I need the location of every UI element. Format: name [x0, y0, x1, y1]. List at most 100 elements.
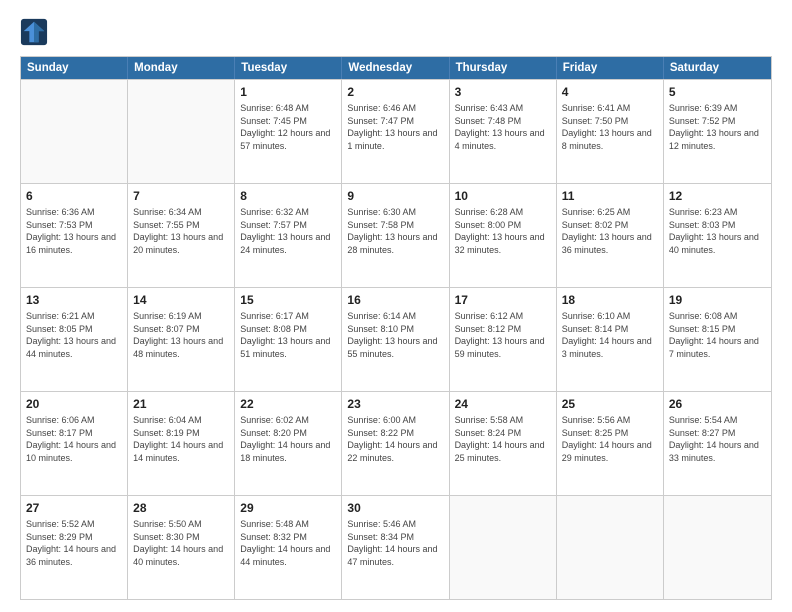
day-number: 13: [26, 292, 122, 308]
logo-icon: [20, 18, 48, 46]
calendar: SundayMondayTuesdayWednesdayThursdayFrid…: [20, 56, 772, 600]
calendar-cell: 2 Sunrise: 6:46 AM Sunset: 7:47 PM Daylig…: [342, 80, 449, 183]
calendar-row: 20Sunrise: 6:06 AM Sunset: 8:17 PM Dayli…: [21, 391, 771, 495]
calendar-header-cell: Saturday: [664, 57, 771, 79]
calendar-header-cell: Sunday: [21, 57, 128, 79]
day-detail: Sunrise: 6:23 AM Sunset: 8:03 PM Dayligh…: [669, 206, 766, 256]
calendar-cell: 13 Sunrise: 6:21 AM Sunset: 8:05 PM Dayli…: [21, 288, 128, 391]
logo: [20, 18, 52, 46]
day-detail: Sunrise: 6:43 AM Sunset: 7:48 PM Dayligh…: [455, 102, 551, 152]
calendar-cell: 25 Sunrise: 5:56 AM Sunset: 8:25 PM Dayli…: [557, 392, 664, 495]
calendar-header-cell: Tuesday: [235, 57, 342, 79]
calendar-cell: 27 Sunrise: 5:52 AM Sunset: 8:29 PM Dayli…: [21, 496, 128, 599]
day-number: 21: [133, 396, 229, 412]
header: [20, 18, 772, 46]
day-detail: Sunrise: 6:46 AM Sunset: 7:47 PM Dayligh…: [347, 102, 443, 152]
day-detail: Sunrise: 6:48 AM Sunset: 7:45 PM Dayligh…: [240, 102, 336, 152]
day-detail: Sunrise: 6:04 AM Sunset: 8:19 PM Dayligh…: [133, 414, 229, 464]
day-number: 4: [562, 84, 658, 100]
day-detail: Sunrise: 6:28 AM Sunset: 8:00 PM Dayligh…: [455, 206, 551, 256]
calendar-cell: 26 Sunrise: 5:54 AM Sunset: 8:27 PM Dayli…: [664, 392, 771, 495]
calendar-cell: 1 Sunrise: 6:48 AM Sunset: 7:45 PM Daylig…: [235, 80, 342, 183]
day-number: 26: [669, 396, 766, 412]
day-detail: Sunrise: 6:10 AM Sunset: 8:14 PM Dayligh…: [562, 310, 658, 360]
day-detail: Sunrise: 5:46 AM Sunset: 8:34 PM Dayligh…: [347, 518, 443, 568]
day-number: 9: [347, 188, 443, 204]
calendar-cell: 17 Sunrise: 6:12 AM Sunset: 8:12 PM Dayli…: [450, 288, 557, 391]
calendar-cell: 18 Sunrise: 6:10 AM Sunset: 8:14 PM Dayli…: [557, 288, 664, 391]
day-detail: Sunrise: 6:02 AM Sunset: 8:20 PM Dayligh…: [240, 414, 336, 464]
calendar-cell: 15Sunrise: 6:17 AM Sunset: 8:08 PM Dayli…: [235, 288, 342, 391]
calendar-cell: 19 Sunrise: 6:08 AM Sunset: 8:15 PM Dayli…: [664, 288, 771, 391]
day-detail: Sunrise: 6:08 AM Sunset: 8:15 PM Dayligh…: [669, 310, 766, 360]
day-number: 27: [26, 500, 122, 516]
calendar-cell: 10Sunrise: 6:28 AM Sunset: 8:00 PM Dayli…: [450, 184, 557, 287]
calendar-cell: 22 Sunrise: 6:02 AM Sunset: 8:20 PM Dayli…: [235, 392, 342, 495]
day-number: 6: [26, 188, 122, 204]
day-detail: Sunrise: 6:30 AM Sunset: 7:58 PM Dayligh…: [347, 206, 443, 256]
day-detail: Sunrise: 5:52 AM Sunset: 8:29 PM Dayligh…: [26, 518, 122, 568]
day-detail: Sunrise: 6:34 AM Sunset: 7:55 PM Dayligh…: [133, 206, 229, 256]
day-number: 25: [562, 396, 658, 412]
calendar-cell: 7 Sunrise: 6:34 AM Sunset: 7:55 PM Daylig…: [128, 184, 235, 287]
day-number: 22: [240, 396, 336, 412]
day-number: 5: [669, 84, 766, 100]
day-detail: Sunrise: 6:00 AM Sunset: 8:22 PM Dayligh…: [347, 414, 443, 464]
calendar-cell: [557, 496, 664, 599]
calendar-header-cell: Thursday: [450, 57, 557, 79]
calendar-cell: 12 Sunrise: 6:23 AM Sunset: 8:03 PM Dayli…: [664, 184, 771, 287]
day-detail: Sunrise: 6:39 AM Sunset: 7:52 PM Dayligh…: [669, 102, 766, 152]
day-number: 2: [347, 84, 443, 100]
calendar-row: 13 Sunrise: 6:21 AM Sunset: 8:05 PM Dayli…: [21, 287, 771, 391]
day-detail: Sunrise: 6:12 AM Sunset: 8:12 PM Dayligh…: [455, 310, 551, 360]
calendar-cell: 9 Sunrise: 6:30 AM Sunset: 7:58 PM Daylig…: [342, 184, 449, 287]
calendar-cell: [128, 80, 235, 183]
day-number: 28: [133, 500, 229, 516]
day-detail: Sunrise: 5:56 AM Sunset: 8:25 PM Dayligh…: [562, 414, 658, 464]
calendar-cell: [664, 496, 771, 599]
calendar-cell: 20Sunrise: 6:06 AM Sunset: 8:17 PM Dayli…: [21, 392, 128, 495]
day-detail: Sunrise: 6:17 AM Sunset: 8:08 PM Dayligh…: [240, 310, 336, 360]
day-number: 17: [455, 292, 551, 308]
day-detail: Sunrise: 5:48 AM Sunset: 8:32 PM Dayligh…: [240, 518, 336, 568]
day-number: 7: [133, 188, 229, 204]
day-detail: Sunrise: 5:54 AM Sunset: 8:27 PM Dayligh…: [669, 414, 766, 464]
day-number: 1: [240, 84, 336, 100]
day-number: 8: [240, 188, 336, 204]
day-detail: Sunrise: 6:25 AM Sunset: 8:02 PM Dayligh…: [562, 206, 658, 256]
day-number: 14: [133, 292, 229, 308]
calendar-cell: 3Sunrise: 6:43 AM Sunset: 7:48 PM Daylig…: [450, 80, 557, 183]
day-number: 23: [347, 396, 443, 412]
calendar-cell: 29 Sunrise: 5:48 AM Sunset: 8:32 PM Dayli…: [235, 496, 342, 599]
calendar-header-cell: Friday: [557, 57, 664, 79]
calendar-cell: 23 Sunrise: 6:00 AM Sunset: 8:22 PM Dayli…: [342, 392, 449, 495]
day-detail: Sunrise: 5:50 AM Sunset: 8:30 PM Dayligh…: [133, 518, 229, 568]
day-number: 12: [669, 188, 766, 204]
calendar-cell: 21 Sunrise: 6:04 AM Sunset: 8:19 PM Dayli…: [128, 392, 235, 495]
day-number: 19: [669, 292, 766, 308]
day-number: 29: [240, 500, 336, 516]
calendar-cell: 4 Sunrise: 6:41 AM Sunset: 7:50 PM Daylig…: [557, 80, 664, 183]
day-detail: Sunrise: 6:21 AM Sunset: 8:05 PM Dayligh…: [26, 310, 122, 360]
calendar-cell: 8 Sunrise: 6:32 AM Sunset: 7:57 PM Daylig…: [235, 184, 342, 287]
calendar-row: 6Sunrise: 6:36 AM Sunset: 7:53 PM Daylig…: [21, 183, 771, 287]
calendar-cell: 16Sunrise: 6:14 AM Sunset: 8:10 PM Dayli…: [342, 288, 449, 391]
calendar-cell: 5 Sunrise: 6:39 AM Sunset: 7:52 PM Daylig…: [664, 80, 771, 183]
day-detail: Sunrise: 6:41 AM Sunset: 7:50 PM Dayligh…: [562, 102, 658, 152]
calendar-cell: 28 Sunrise: 5:50 AM Sunset: 8:30 PM Dayli…: [128, 496, 235, 599]
calendar-cell: 14Sunrise: 6:19 AM Sunset: 8:07 PM Dayli…: [128, 288, 235, 391]
page: SundayMondayTuesdayWednesdayThursdayFrid…: [0, 0, 792, 612]
day-detail: Sunrise: 6:06 AM Sunset: 8:17 PM Dayligh…: [26, 414, 122, 464]
day-detail: Sunrise: 6:32 AM Sunset: 7:57 PM Dayligh…: [240, 206, 336, 256]
calendar-header-cell: Monday: [128, 57, 235, 79]
day-detail: Sunrise: 5:58 AM Sunset: 8:24 PM Dayligh…: [455, 414, 551, 464]
day-number: 18: [562, 292, 658, 308]
day-number: 24: [455, 396, 551, 412]
calendar-cell: [21, 80, 128, 183]
calendar-cell: 11Sunrise: 6:25 AM Sunset: 8:02 PM Dayli…: [557, 184, 664, 287]
calendar-cell: 24 Sunrise: 5:58 AM Sunset: 8:24 PM Dayli…: [450, 392, 557, 495]
calendar-row: 1 Sunrise: 6:48 AM Sunset: 7:45 PM Daylig…: [21, 79, 771, 183]
calendar-cell: [450, 496, 557, 599]
calendar-body: 1 Sunrise: 6:48 AM Sunset: 7:45 PM Daylig…: [21, 79, 771, 599]
calendar-row: 27 Sunrise: 5:52 AM Sunset: 8:29 PM Dayli…: [21, 495, 771, 599]
